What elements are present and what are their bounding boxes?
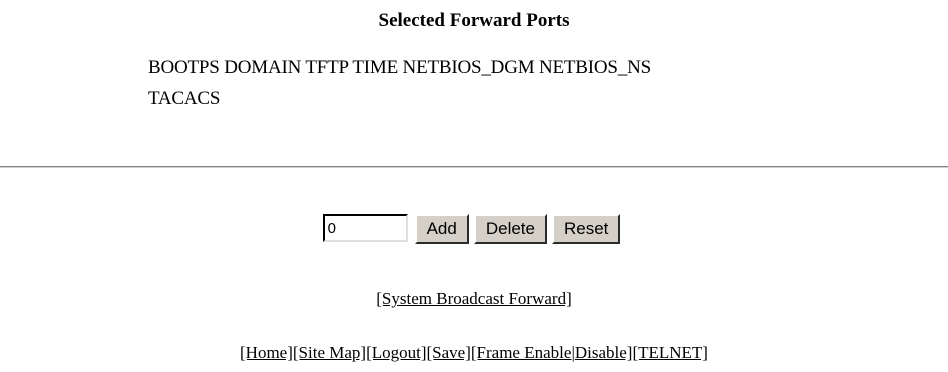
telnet-link[interactable]: [TELNET] xyxy=(632,343,708,362)
home-link[interactable]: [Home] xyxy=(240,343,293,362)
frame-enable-link[interactable]: [Frame Enable xyxy=(471,343,572,362)
site-map-link[interactable]: [Site Map] xyxy=(293,343,366,362)
page-title: Selected Forward Ports xyxy=(378,10,570,31)
frame-disable-link[interactable]: Disable] xyxy=(575,343,633,362)
delete-button[interactable]: Delete xyxy=(473,214,547,244)
reset-button[interactable]: Reset xyxy=(551,214,621,244)
footer-nav: [Home][Site Map][Logout][Save][Frame Ena… xyxy=(0,342,948,364)
save-link[interactable]: [Save] xyxy=(427,343,471,362)
ports-line-1: BOOTPS DOMAIN TFTP TIME NETBIOS_DGM NETB… xyxy=(148,57,651,78)
system-broadcast-forward-container: [System Broadcast Forward] xyxy=(0,288,948,310)
port-input[interactable] xyxy=(322,214,408,242)
forward-ports-list: BOOTPS DOMAIN TFTP TIME NETBIOS_DGM NETB… xyxy=(148,52,868,114)
logout-link[interactable]: [Logout] xyxy=(366,343,426,362)
ports-line-2: TACACS xyxy=(148,88,221,109)
horizontal-divider xyxy=(0,166,948,168)
system-broadcast-forward-link[interactable]: [System Broadcast Forward] xyxy=(376,289,571,308)
add-button[interactable]: Add xyxy=(414,214,469,244)
port-controls: Add Delete Reset xyxy=(0,214,948,244)
